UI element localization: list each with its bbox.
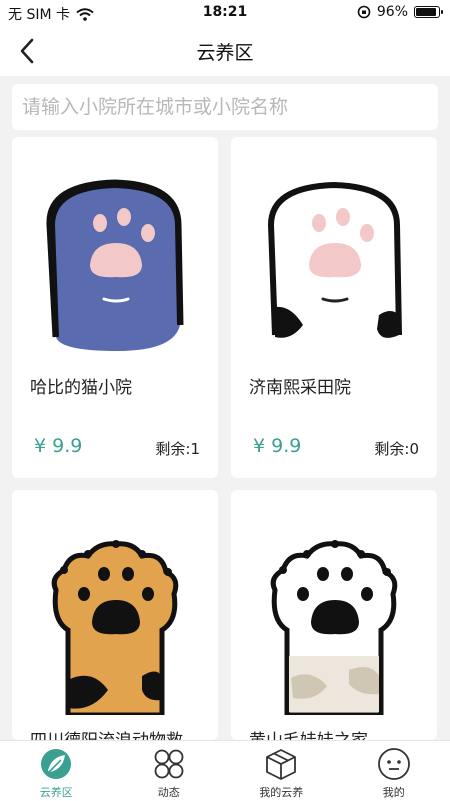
card-price: ¥ 9.9: [253, 435, 301, 457]
search-input[interactable]: [12, 84, 438, 130]
search-box: [12, 84, 438, 130]
four-circles-icon: [152, 747, 186, 781]
nav-bar: 云养区: [0, 26, 450, 76]
page-title: 云养区: [0, 38, 450, 65]
tab-label: 我的云养: [225, 784, 338, 800]
tab-bar: 云养区 动态 我的云养 我的: [0, 740, 450, 801]
orange-cat-paw-icon: [12, 490, 218, 715]
leaf-logo-icon: [39, 747, 73, 781]
white-spotted-cat-paw-icon: [231, 490, 437, 715]
yard-card[interactable]: 济南熙采田院 ¥ 9.9 剩余:0: [231, 137, 437, 478]
tab-label: 动态: [113, 784, 226, 800]
orientation-lock-icon: [357, 5, 371, 19]
tab-cloud-yard[interactable]: 云养区: [0, 741, 113, 801]
status-bar: 无 SIM 卡 18:21 96%: [0, 0, 450, 26]
battery-percent: 96%: [377, 4, 408, 20]
blue-cat-paw-icon: [12, 137, 218, 362]
card-image: [12, 490, 218, 715]
card-name: 哈比的猫小院: [30, 373, 210, 398]
face-icon: [377, 747, 411, 781]
tab-label: 我的: [338, 784, 450, 800]
tab-mine[interactable]: 我的: [338, 741, 450, 801]
card-image: [231, 137, 437, 362]
tab-label: 云养区: [0, 784, 113, 800]
card-image: [231, 490, 437, 715]
card-name: 四川德阳流浪动物救: [30, 726, 210, 740]
battery-icon: [414, 6, 440, 18]
card-name: 黄山毛娃娃之家: [249, 726, 429, 740]
status-right: 96%: [357, 4, 440, 20]
yard-card[interactable]: 哈比的猫小院 ¥ 9.9 剩余:1: [12, 137, 218, 478]
card-stock: 剩余:0: [374, 438, 419, 459]
white-cat-paw-icon: [231, 137, 437, 362]
tab-moments[interactable]: 动态: [113, 741, 226, 801]
card-stock: 剩余:1: [155, 438, 200, 459]
yard-card[interactable]: 黄山毛娃娃之家: [231, 490, 437, 740]
card-price: ¥ 9.9: [34, 435, 82, 457]
yard-card[interactable]: 四川德阳流浪动物救: [12, 490, 218, 740]
box-icon: [264, 747, 298, 781]
battery-fill: [416, 8, 436, 16]
card-name: 济南熙采田院: [249, 373, 429, 398]
card-image: [12, 137, 218, 362]
tab-my-cloud[interactable]: 我的云养: [225, 741, 338, 801]
